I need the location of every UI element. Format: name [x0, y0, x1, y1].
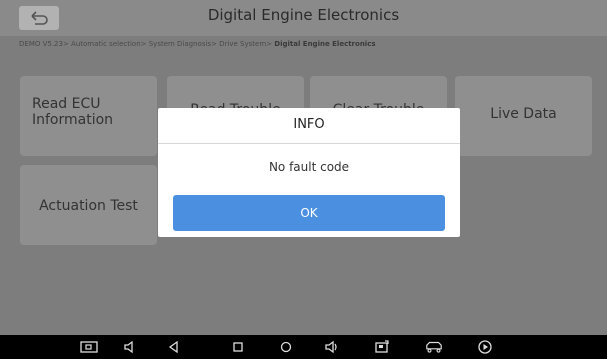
ok-button[interactable]: OK	[173, 195, 445, 231]
car-icon[interactable]	[425, 340, 443, 354]
dialog-title: INFO	[293, 117, 325, 132]
vci-icon[interactable]	[373, 340, 391, 354]
page-title: Digital Engine Electronics	[207, 6, 400, 24]
live-data-tile[interactable]: Live Data	[455, 76, 592, 156]
circle-icon[interactable]	[277, 340, 295, 354]
info-dialog: INFO No fault code OK	[158, 108, 460, 237]
volume-up-icon[interactable]	[323, 340, 341, 354]
breadcrumb-path: DEMO V5.23> Automatic selection> System …	[19, 40, 275, 48]
actuation-test-tile[interactable]: Actuation Test	[20, 165, 157, 245]
dialog-message: No fault code	[268, 160, 350, 174]
screenshot-icon[interactable]	[80, 340, 98, 354]
actuation-test-label: Actuation Test	[39, 198, 138, 214]
back-icon[interactable]	[165, 340, 183, 354]
breadcrumb-current: Digital Engine Electronics	[274, 40, 376, 48]
breadcrumb: DEMO V5.23> Automatic selection> System …	[19, 40, 376, 48]
read-ecu-line1: Read ECU	[32, 96, 101, 112]
header-bar: Digital Engine Electronics	[0, 0, 607, 36]
read-ecu-information-tile[interactable]: Read ECU Information	[20, 76, 157, 156]
system-nav-bar	[0, 335, 607, 359]
read-ecu-line2: Information	[32, 112, 114, 128]
play-icon[interactable]	[476, 340, 494, 354]
volume-down-icon[interactable]	[121, 340, 139, 354]
dialog-divider	[158, 143, 460, 144]
live-data-label: Live Data	[490, 106, 557, 122]
home-icon[interactable]	[229, 340, 247, 354]
